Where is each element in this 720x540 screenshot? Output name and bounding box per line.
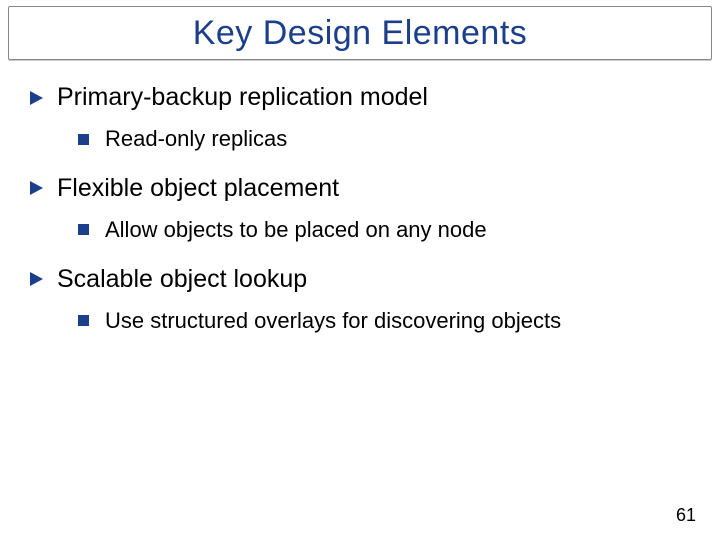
sub-bullet-row: Allow objects to be placed on any node [78, 216, 690, 244]
title-container: Key Design Elements [8, 6, 712, 60]
bullet-item: Primary-backup replication model Read-on… [30, 82, 690, 153]
bullet-item: Scalable object lookup Use structured ov… [30, 264, 690, 335]
bullet-heading: Primary-backup replication model [57, 82, 428, 113]
bullet-row: Flexible object placement [30, 173, 690, 204]
sub-bullet-row: Read-only replicas [78, 125, 690, 153]
sub-bullet-text: Allow objects to be placed on any node [105, 216, 487, 244]
slide-body: Primary-backup replication model Read-on… [30, 82, 690, 354]
square-icon [78, 315, 89, 326]
page-number: 61 [676, 505, 696, 526]
square-icon [78, 224, 89, 235]
square-icon [78, 134, 89, 145]
bullet-heading: Flexible object placement [57, 173, 339, 204]
sub-bullet-text: Read-only replicas [105, 125, 287, 153]
arrow-icon [30, 272, 43, 286]
bullet-item: Flexible object placement Allow objects … [30, 173, 690, 244]
bullet-heading: Scalable object lookup [57, 264, 307, 295]
slide: Key Design Elements Primary-backup repli… [0, 0, 720, 540]
bullet-row: Primary-backup replication model [30, 82, 690, 113]
sub-bullet-text: Use structured overlays for discovering … [105, 307, 561, 335]
slide-title: Key Design Elements [193, 14, 528, 53]
sub-bullet-row: Use structured overlays for discovering … [78, 307, 690, 335]
arrow-icon [30, 181, 43, 195]
bullet-row: Scalable object lookup [30, 264, 690, 295]
arrow-icon [30, 91, 43, 105]
